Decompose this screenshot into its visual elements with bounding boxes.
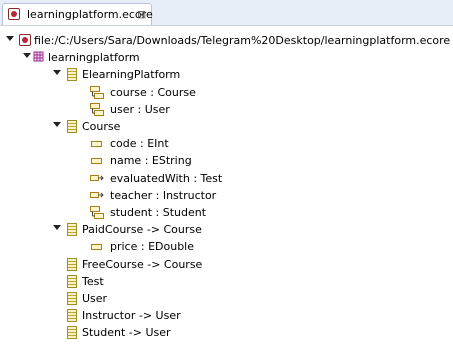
tree-item-feature[interactable]: course : Course [0, 84, 453, 101]
tree-item-feature[interactable]: student : Student [0, 204, 453, 221]
tree-item-class[interactable]: ElearningPlatform [0, 66, 453, 83]
tree-item-label: student : Student [110, 206, 207, 219]
tree-item-class[interactable]: Student -> User [0, 324, 453, 341]
tree-item-label: Instructor -> User [82, 309, 181, 322]
model-tree: file:/C:/Users/Sara/Downloads/Telegram%2… [0, 32, 453, 355]
expand-arrow-icon[interactable] [53, 122, 61, 127]
tree-item-class[interactable]: Course [0, 118, 453, 135]
tree-item-package[interactable]: learningplatform [0, 49, 453, 66]
eclass-icon [67, 258, 77, 271]
close-icon[interactable]: ⊠ [137, 8, 146, 21]
tree-item-label: FreeCourse -> Course [82, 258, 203, 271]
tree-item-label: ElearningPlatform [82, 68, 181, 81]
tree-item-label: user : User [110, 103, 170, 116]
eclass-icon [67, 223, 77, 236]
eclass-icon [67, 292, 77, 305]
eclass-icon [67, 120, 77, 133]
expand-arrow-icon[interactable] [53, 70, 61, 75]
eclass-icon [67, 275, 77, 288]
tree-item-label: Student -> User [82, 326, 171, 339]
tree-item-label: User [82, 292, 108, 305]
tree-item-label: teacher : Instructor [110, 189, 217, 202]
tree-item-class[interactable]: PaidCourse -> Course [0, 221, 453, 238]
package-icon [33, 51, 44, 62]
eclass-icon [67, 326, 77, 339]
tree-item-feature[interactable]: user : User [0, 101, 453, 118]
tree-item-label: Test [82, 275, 104, 288]
tree-item-feature[interactable]: name : EString [0, 152, 453, 169]
tree-item-class[interactable]: Instructor -> User [0, 307, 453, 324]
tree-item-feature[interactable]: evaluatedWith : Test [0, 170, 453, 187]
tree-item-class[interactable]: User [0, 290, 453, 307]
containment-reference-icon [90, 206, 104, 219]
tree-item-label: code : EInt [110, 137, 169, 150]
tree-item-label: name : EString [110, 154, 192, 167]
tree-item-label: PaidCourse -> Course [82, 223, 202, 236]
editor-tab-bar: learningplatform.ecore ⊠ [0, 0, 453, 26]
expand-arrow-icon[interactable] [23, 53, 31, 58]
eclass-icon [67, 68, 77, 81]
tree-item-resource[interactable]: file:/C:/Users/Sara/Downloads/Telegram%2… [0, 32, 453, 49]
editor-tab-label: learningplatform.ecore [27, 8, 153, 21]
tree-item-label: evaluatedWith : Test [110, 172, 223, 185]
tree-item-label: price : EDouble [110, 240, 195, 253]
attribute-icon [91, 244, 102, 250]
tree-item-label: course : Course [110, 86, 196, 99]
tree-item-label: learningplatform [48, 51, 140, 64]
attribute-icon [91, 158, 102, 164]
tree-item-label: file:/C:/Users/Sara/Downloads/Telegram%2… [34, 34, 451, 47]
ecore-file-icon [8, 8, 20, 20]
containment-reference-icon [90, 103, 104, 116]
expand-arrow-icon[interactable] [53, 225, 61, 230]
reference-icon [90, 172, 104, 181]
eclass-icon [67, 309, 77, 322]
tree-item-class[interactable]: FreeCourse -> Course [0, 256, 453, 273]
expand-arrow-icon[interactable] [6, 36, 14, 41]
ecore-resource-icon [19, 34, 31, 46]
containment-reference-icon [90, 86, 104, 99]
tree-item-feature[interactable]: price : EDouble [0, 238, 453, 255]
reference-icon [90, 189, 104, 198]
tree-item-label: Course [82, 120, 121, 133]
tree-item-class[interactable]: Test [0, 273, 453, 290]
tree-item-feature[interactable]: teacher : Instructor [0, 187, 453, 204]
editor-tab[interactable]: learningplatform.ecore ⊠ [2, 3, 153, 25]
tree-item-feature[interactable]: code : EInt [0, 135, 453, 152]
attribute-icon [91, 141, 102, 147]
